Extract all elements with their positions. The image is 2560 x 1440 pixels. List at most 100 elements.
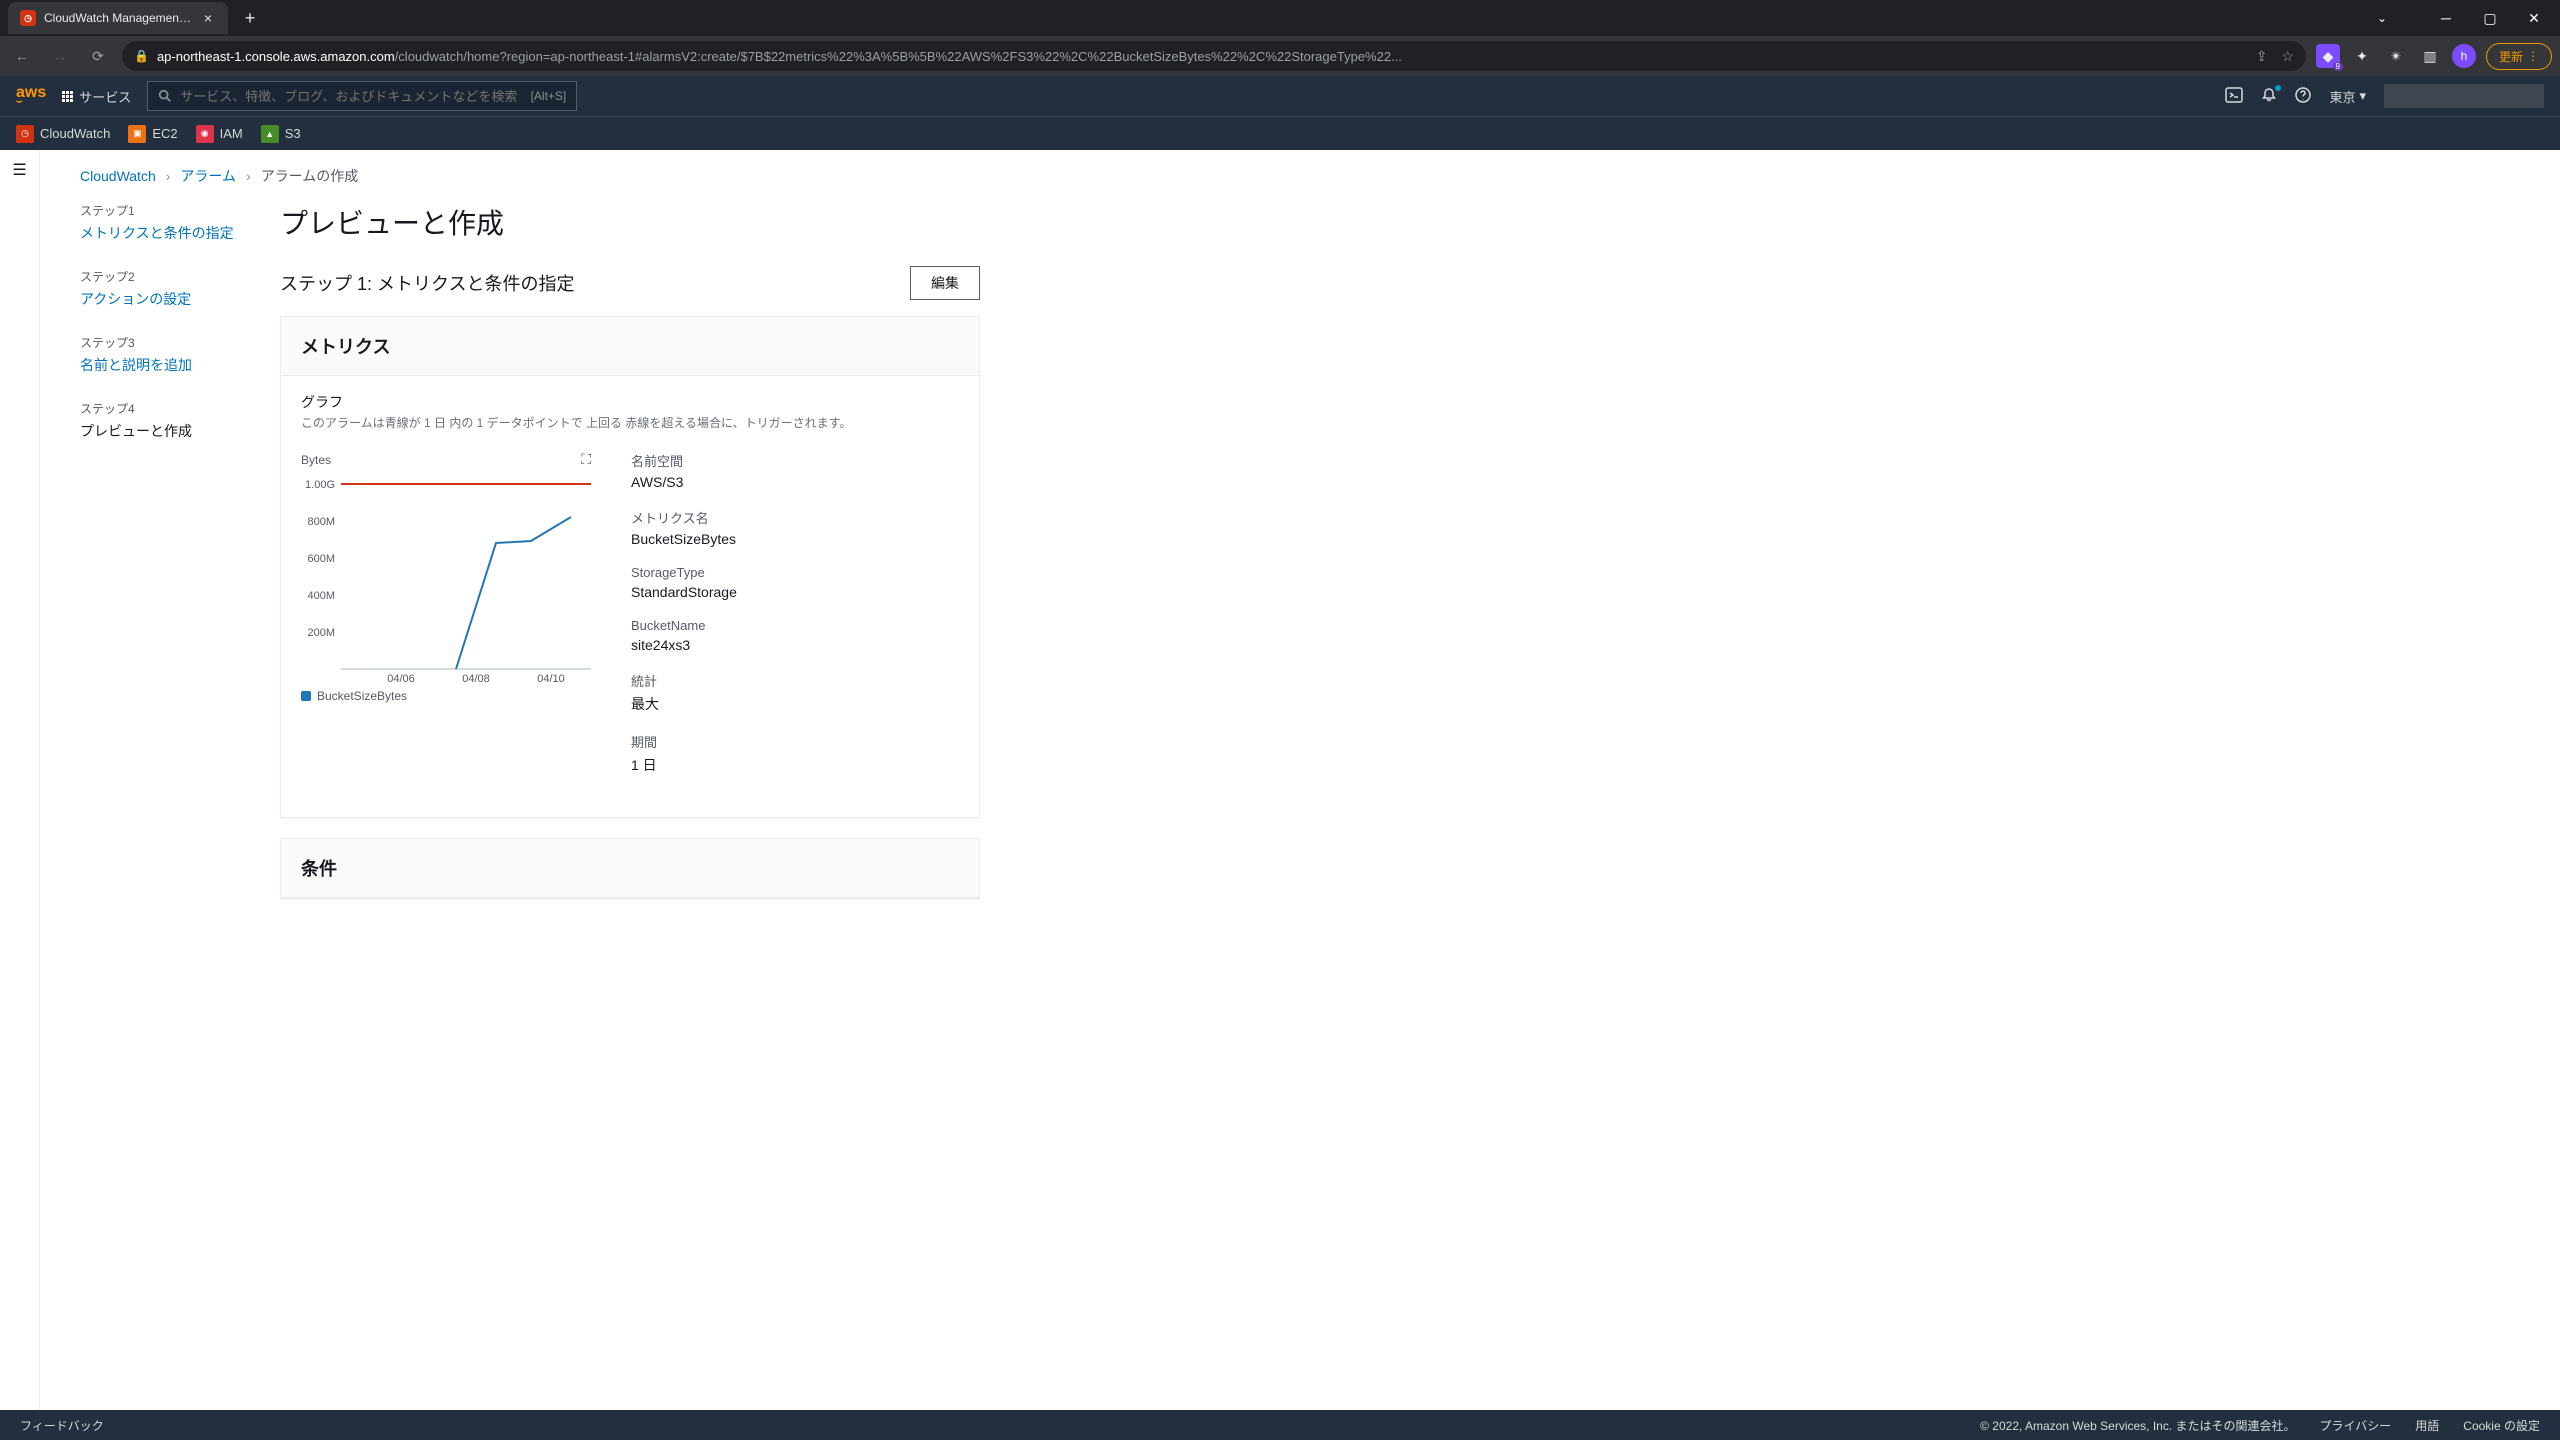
step-label: アクションの設定: [80, 289, 240, 310]
region-selector[interactable]: 東京 ▾: [2329, 87, 2366, 106]
profile-avatar[interactable]: h: [2452, 44, 2476, 68]
detail-value: AWS/S3: [631, 474, 959, 490]
panel-title: 条件: [301, 855, 959, 881]
chart-legend: BucketSizeBytes: [301, 689, 591, 703]
window-maximize-icon[interactable]: ▢: [2472, 4, 2508, 32]
detail-label: メトリクス名: [631, 508, 959, 527]
grid-icon: [62, 91, 73, 102]
footer: フィードバック © 2022, Amazon Web Services, Inc…: [0, 1410, 2560, 1440]
legend-label: BucketSizeBytes: [317, 689, 407, 703]
metrics-panel: メトリクス グラフ このアラームは青線が 1 日 内の 1 データポイントで 上…: [280, 316, 980, 818]
wizard-step-2[interactable]: ステップ2 アクションの設定: [80, 268, 240, 310]
search-icon: [158, 89, 172, 103]
svg-text:04/06: 04/06: [387, 673, 415, 682]
wizard-step-1[interactable]: ステップ1 メトリクスと条件の指定: [80, 202, 240, 244]
extensions-puzzle-icon[interactable]: ✴: [2384, 44, 2408, 68]
svg-text:800M: 800M: [307, 516, 335, 528]
wizard-step-3[interactable]: ステップ3 名前と説明を追加: [80, 334, 240, 376]
chevron-right-icon: ›: [166, 168, 171, 184]
tab-favicon: ◷: [20, 10, 36, 26]
service-link-ec2[interactable]: ▣EC2: [128, 125, 177, 143]
detail-statistic: 統計 最大: [631, 671, 959, 714]
step-number: ステップ4: [80, 400, 240, 417]
section-title: ステップ 1: メトリクスと条件の指定: [280, 270, 574, 296]
legend-swatch: [301, 691, 311, 701]
browser-reload-button[interactable]: ⟳: [84, 42, 112, 70]
step-label: 名前と説明を追加: [80, 355, 240, 376]
services-menu-button[interactable]: サービス: [62, 87, 131, 106]
wizard-step-4: ステップ4 プレビューと作成: [80, 400, 240, 442]
browser-update-button[interactable]: 更新⋮: [2486, 43, 2552, 70]
bookmark-star-icon[interactable]: ☆: [2281, 48, 2294, 65]
chevron-right-icon: ›: [246, 168, 251, 184]
detail-value: 最大: [631, 694, 959, 714]
window-close-icon[interactable]: ✕: [2516, 4, 2552, 32]
svg-text:600M: 600M: [307, 553, 335, 565]
cloudshell-icon[interactable]: [2225, 86, 2243, 107]
svg-text:04/08: 04/08: [462, 673, 490, 682]
breadcrumb: CloudWatch › アラーム › アラームの作成: [80, 166, 2520, 186]
step-number: ステップ1: [80, 202, 240, 219]
edit-button[interactable]: 編集: [910, 266, 980, 300]
extension-icon[interactable]: ✦: [2350, 44, 2374, 68]
browser-tab[interactable]: ◷ CloudWatch Management Cons ×: [8, 2, 228, 34]
conditions-panel: 条件: [280, 838, 980, 899]
breadcrumb-current: アラームの作成: [261, 166, 359, 186]
window-minimize-icon[interactable]: ─: [2428, 4, 2464, 32]
notifications-bell-icon[interactable]: [2261, 87, 2277, 106]
iam-icon: ◉: [196, 125, 214, 143]
cookie-settings-link[interactable]: Cookie の設定: [2463, 1417, 2540, 1434]
wizard-steps-nav: ステップ1 メトリクスと条件の指定 ステップ2 アクションの設定 ステップ3 名…: [80, 202, 240, 466]
detail-metric-name: メトリクス名 BucketSizeBytes: [631, 508, 959, 547]
metrics-chart: 1.00G 800M 600M 400M 200M: [301, 472, 591, 682]
expand-chart-icon[interactable]: ⛶: [581, 451, 591, 468]
detail-value: StandardStorage: [631, 584, 959, 600]
breadcrumb-link[interactable]: アラーム: [180, 166, 236, 186]
aws-search-box[interactable]: [Alt+S]: [147, 81, 577, 111]
detail-value: 1 日: [631, 755, 959, 775]
service-link-s3[interactable]: ▲S3: [261, 125, 301, 143]
service-link-cloudwatch[interactable]: ◷CloudWatch: [16, 125, 110, 143]
browser-forward-button[interactable]: →: [46, 42, 74, 70]
terms-link[interactable]: 用語: [2415, 1417, 2439, 1434]
browser-back-button[interactable]: ←: [8, 42, 36, 70]
ec2-icon: ▣: [128, 125, 146, 143]
step-number: ステップ2: [80, 268, 240, 285]
detail-label: BucketName: [631, 618, 959, 633]
side-panel-icon[interactable]: ▥: [2418, 44, 2442, 68]
new-tab-button[interactable]: +: [236, 4, 264, 32]
detail-label: 名前空間: [631, 451, 959, 470]
cloudwatch-icon: ◷: [16, 125, 34, 143]
privacy-link[interactable]: プライバシー: [2320, 1417, 2392, 1434]
graph-label: グラフ: [301, 392, 959, 412]
service-link-iam[interactable]: ◉IAM: [196, 125, 243, 143]
feedback-link[interactable]: フィードバック: [20, 1417, 104, 1434]
step-label: プレビューと作成: [80, 421, 240, 442]
url-bar[interactable]: 🔒 ap-northeast-1.console.aws.amazon.com/…: [122, 41, 2306, 71]
breadcrumb-link[interactable]: CloudWatch: [80, 168, 156, 184]
help-icon[interactable]: [2295, 87, 2311, 106]
step-label: メトリクスと条件の指定: [80, 223, 240, 244]
panel-title: メトリクス: [301, 333, 959, 359]
step-number: ステップ3: [80, 334, 240, 351]
sidebar-toggle-button[interactable]: ☰: [0, 150, 40, 1410]
lock-icon: 🔒: [134, 49, 149, 63]
detail-period: 期間 1 日: [631, 732, 959, 775]
tabs-dropdown-icon[interactable]: ⌄: [2364, 4, 2400, 32]
share-icon[interactable]: ⇪: [2256, 48, 2268, 65]
detail-value: BucketSizeBytes: [631, 531, 959, 547]
s3-icon: ▲: [261, 125, 279, 143]
service-favorites-nav: ◷CloudWatch ▣EC2 ◉IAM ▲S3: [0, 116, 2560, 150]
detail-label: StorageType: [631, 565, 959, 580]
chart-y-title: Bytes: [301, 453, 331, 467]
tab-close-icon[interactable]: ×: [200, 10, 216, 26]
services-label: サービス: [79, 87, 131, 106]
aws-logo[interactable]: aws⌣: [16, 87, 46, 105]
graph-description: このアラームは青線が 1 日 内の 1 データポイントで 上回る 赤線を超える場…: [301, 414, 959, 431]
page-title: プレビューと作成: [280, 202, 980, 242]
search-shortcut: [Alt+S]: [531, 89, 567, 103]
detail-bucket-name: BucketName site24xs3: [631, 618, 959, 653]
aws-search-input[interactable]: [180, 89, 522, 104]
extension-icon[interactable]: ◆9: [2316, 44, 2340, 68]
account-menu[interactable]: [2384, 84, 2544, 108]
